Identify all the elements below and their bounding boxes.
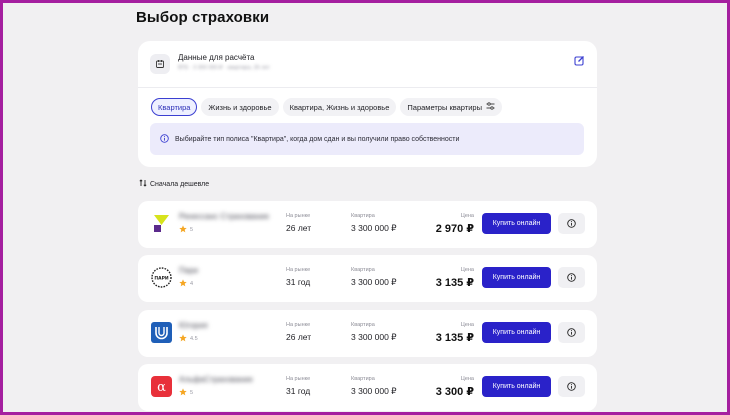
offer-card: α АльфаСтрахование 5 На рынке 31 год Ква…: [138, 364, 597, 411]
rating: 5: [179, 388, 193, 398]
tab-life-health[interactable]: Жизнь и здоровье: [201, 98, 279, 116]
tab-label: Параметры квартиры: [407, 102, 482, 112]
price-value: 3 135 ₽: [435, 277, 474, 289]
star-icon: [179, 225, 187, 235]
calculation-data-card: Данные для расчёта ВТБ · 3 300 000 ₽ · к…: [138, 41, 597, 167]
tab-label: Жизнь и здоровье: [208, 102, 272, 112]
apartment-label: Квартира: [351, 376, 375, 382]
rating: 4: [179, 279, 193, 289]
insurer-name: Пари: [179, 266, 199, 275]
info-icon: [567, 215, 576, 233]
info-button[interactable]: [558, 267, 585, 288]
apartment-value: 3 300 000 ₽: [351, 386, 397, 396]
price-value: 3 135 ₽: [435, 332, 474, 344]
market-value: 26 лет: [286, 223, 312, 233]
price-label: Цена: [460, 213, 474, 219]
svg-text:α: α: [157, 380, 166, 395]
offer-card: ПАРИ Пари 4 На рынке 31 год Квартира 3 3…: [138, 255, 597, 302]
edit-icon[interactable]: [574, 53, 585, 66]
market-value: 26 лет: [286, 332, 312, 342]
market-label: На рынке: [286, 322, 311, 328]
alfa-logo-icon: α: [151, 376, 172, 397]
market-value: 31 год: [286, 386, 311, 396]
info-icon: [567, 269, 576, 287]
sort-label: Сначала дешевле: [150, 180, 210, 188]
market-label: На рынке: [286, 267, 311, 273]
tab-label: Квартира: [158, 102, 191, 112]
svg-text:ПАРИ: ПАРИ: [154, 275, 169, 281]
filter-icon: [486, 102, 495, 112]
rating-value: 4.5: [190, 336, 198, 342]
info-button[interactable]: [558, 322, 585, 343]
price-label: Цена: [460, 267, 474, 273]
info-icon: [567, 378, 576, 396]
price-value: 3 300 ₽: [435, 386, 474, 398]
policy-tabs: Квартира Жизнь и здоровье Квартира, Жизн…: [151, 98, 502, 116]
rating-value: 5: [190, 227, 194, 233]
calc-subtitle: ВТБ · 3 300 000 ₽ · квартира, 26 лет: [178, 65, 270, 71]
price-label: Цена: [460, 376, 474, 382]
apartment-label: Квартира: [351, 267, 375, 273]
insurer-name: Ренессанс Страхование: [179, 212, 270, 221]
tab-apartment[interactable]: Квартира: [151, 98, 198, 116]
price-value: 2 970 ₽: [435, 223, 474, 235]
pari-logo-icon: ПАРИ: [151, 267, 172, 288]
star-icon: [179, 388, 187, 398]
buy-online-button[interactable]: Купить онлайн: [482, 376, 551, 397]
buy-online-button[interactable]: Купить онлайн: [482, 213, 551, 234]
apartment-label: Квартира: [351, 322, 375, 328]
renaissance-logo-icon: [151, 213, 172, 234]
card-divider: [138, 87, 597, 88]
info-icon: [160, 130, 169, 148]
apartment-label: Квартира: [351, 213, 375, 219]
info-button[interactable]: [558, 213, 585, 234]
rating: 5: [179, 225, 193, 235]
offer-card: Ренессанс Страхование 5 На рынке 26 лет …: [138, 201, 597, 248]
buy-online-button[interactable]: Купить онлайн: [482, 267, 551, 288]
sort-icon: [139, 179, 147, 189]
ugoria-logo-icon: [151, 322, 172, 343]
rating-value: 5: [190, 390, 194, 396]
info-button[interactable]: [558, 376, 585, 397]
tab-apartment-params[interactable]: Параметры квартиры: [400, 98, 502, 116]
tab-apartment-life-health[interactable]: Квартира, Жизнь и здоровье: [282, 98, 397, 116]
apartment-value: 3 300 000 ₽: [351, 277, 397, 287]
sort-control[interactable]: Сначала дешевле: [139, 179, 209, 189]
rating: 4.5: [179, 334, 198, 344]
star-icon: [179, 334, 187, 344]
price-label: Цена: [460, 322, 474, 328]
info-notice: Выбирайте тип полиса "Квартира", когда д…: [150, 123, 584, 155]
page-title: Выбор страховки: [136, 9, 270, 26]
insurer-name: Югория: [179, 321, 208, 330]
apartment-value: 3 300 000 ₽: [351, 223, 397, 233]
market-value: 31 год: [286, 277, 311, 287]
market-label: На рынке: [286, 213, 311, 219]
info-icon: [567, 324, 576, 342]
notice-text: Выбирайте тип полиса "Квартира", когда д…: [175, 135, 460, 143]
apartment-value: 3 300 000 ₽: [351, 332, 397, 342]
star-icon: [179, 279, 187, 289]
calc-title: Данные для расчёта: [178, 53, 255, 62]
insurer-name: АльфаСтрахование: [179, 375, 253, 384]
calculator-icon: [150, 54, 170, 74]
buy-online-button[interactable]: Купить онлайн: [482, 322, 551, 343]
tab-label: Квартира, Жизнь и здоровье: [289, 102, 390, 112]
offer-card: Югория 4.5 На рынке 26 лет Квартира 3 30…: [138, 310, 597, 357]
page-frame: Выбор страховки Данные для расчёта ВТБ ·…: [0, 0, 730, 415]
rating-value: 4: [190, 281, 194, 287]
market-label: На рынке: [286, 376, 311, 382]
